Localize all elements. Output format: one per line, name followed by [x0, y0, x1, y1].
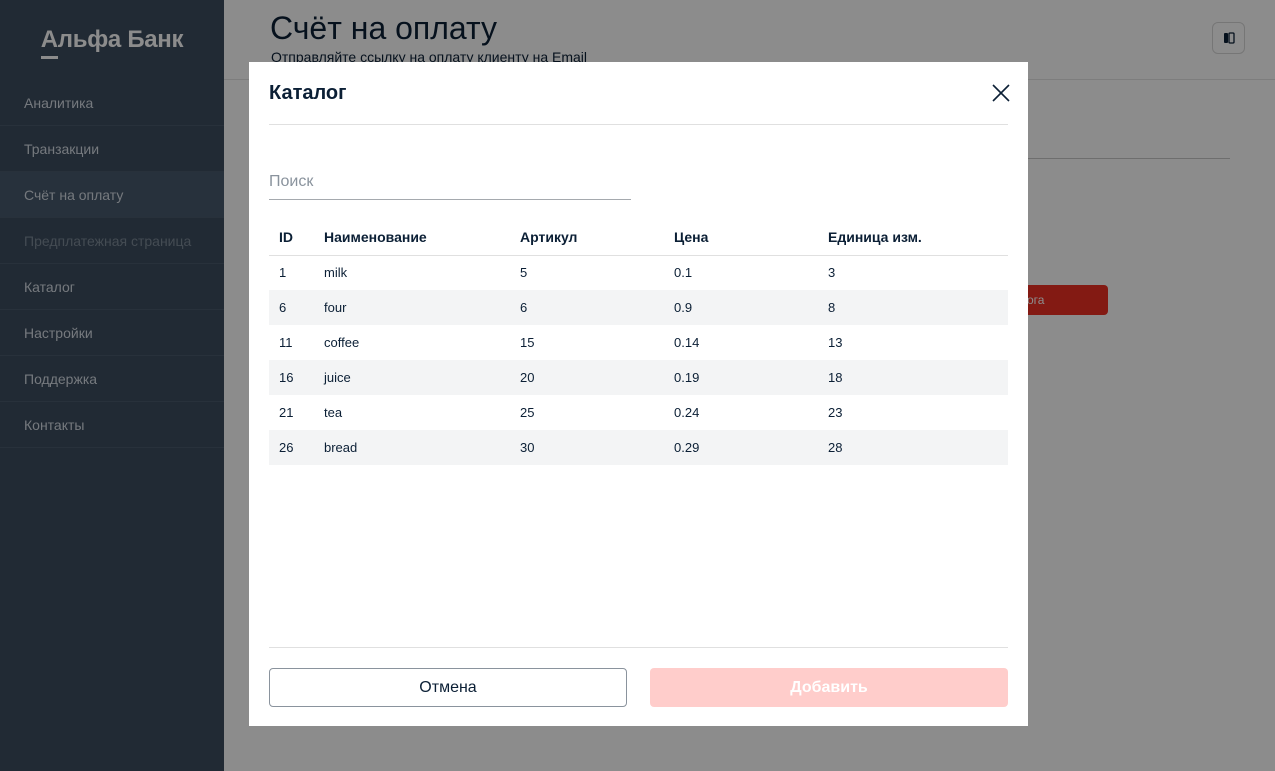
table-row[interactable]: 26 bread 30 0.29 28 — [269, 430, 1008, 465]
cell-id: 1 — [279, 265, 287, 281]
table-row[interactable]: 21 tea 25 0.24 23 — [269, 395, 1008, 430]
cell-unit: 28 — [828, 430, 1008, 465]
cell-unit: 18 — [828, 360, 1008, 395]
cell-id: 6 — [269, 290, 324, 325]
cell-price: 0.9 — [674, 290, 828, 325]
cell-name: tea — [324, 405, 343, 420]
add-button[interactable]: Добавить — [650, 668, 1008, 707]
cell-article: 6 — [520, 290, 674, 325]
modal-title: Каталог — [269, 82, 347, 104]
catalog-table: ID Наименование Артикул Цена Единица изм… — [269, 220, 1008, 465]
catalog-modal: Каталог ID Наименование Артикул Цена Еди… — [249, 62, 1028, 726]
cell-price: 0.29 — [674, 430, 828, 465]
cell-name: bread — [324, 430, 520, 465]
cancel-button[interactable]: Отмена — [269, 668, 627, 707]
cell-unit: 23 — [828, 405, 843, 420]
column-header-unit[interactable]: Единица изм. — [828, 220, 1008, 256]
column-header-id[interactable]: ID — [269, 220, 324, 256]
cell-price: 0.1 — [674, 265, 693, 281]
cell-price: 0.24 — [674, 405, 700, 420]
modal-divider — [269, 124, 1008, 125]
cell-name: milk — [324, 265, 348, 281]
cell-article: 20 — [520, 360, 674, 395]
search-field — [269, 166, 631, 200]
cell-name: coffee — [324, 335, 360, 350]
cell-article: 5 — [520, 265, 528, 281]
cell-name: four — [324, 290, 520, 325]
cell-id: 21 — [279, 405, 294, 420]
cell-unit: 8 — [828, 290, 1008, 325]
cell-id: 16 — [269, 360, 324, 395]
cell-article: 25 — [520, 405, 535, 420]
cell-article: 30 — [520, 430, 674, 465]
table-row[interactable]: 6 four 6 0.9 8 — [269, 290, 1008, 325]
cell-unit: 3 — [828, 265, 836, 281]
table-header-row: ID Наименование Артикул Цена Единица изм… — [269, 220, 1008, 256]
cell-unit: 13 — [828, 335, 843, 350]
table-row[interactable]: 11 coffee 15 0.14 13 — [269, 325, 1008, 360]
cell-article: 15 — [520, 335, 535, 350]
close-icon — [992, 84, 1010, 102]
search-input[interactable] — [269, 166, 631, 198]
cell-price: 0.19 — [674, 360, 828, 395]
modal-footer-divider — [269, 647, 1008, 648]
column-header-name[interactable]: Наименование — [324, 220, 520, 256]
cell-price: 0.14 — [674, 335, 700, 350]
column-header-article[interactable]: Артикул — [520, 220, 674, 256]
cell-name: juice — [324, 360, 520, 395]
cell-id: 11 — [279, 335, 293, 350]
column-header-price[interactable]: Цена — [674, 220, 828, 256]
close-button[interactable] — [990, 82, 1012, 104]
table-row[interactable]: 1 milk 5 0.1 3 — [269, 255, 1008, 290]
cell-id: 26 — [269, 430, 324, 465]
table-row[interactable]: 16 juice 20 0.19 18 — [269, 360, 1008, 395]
